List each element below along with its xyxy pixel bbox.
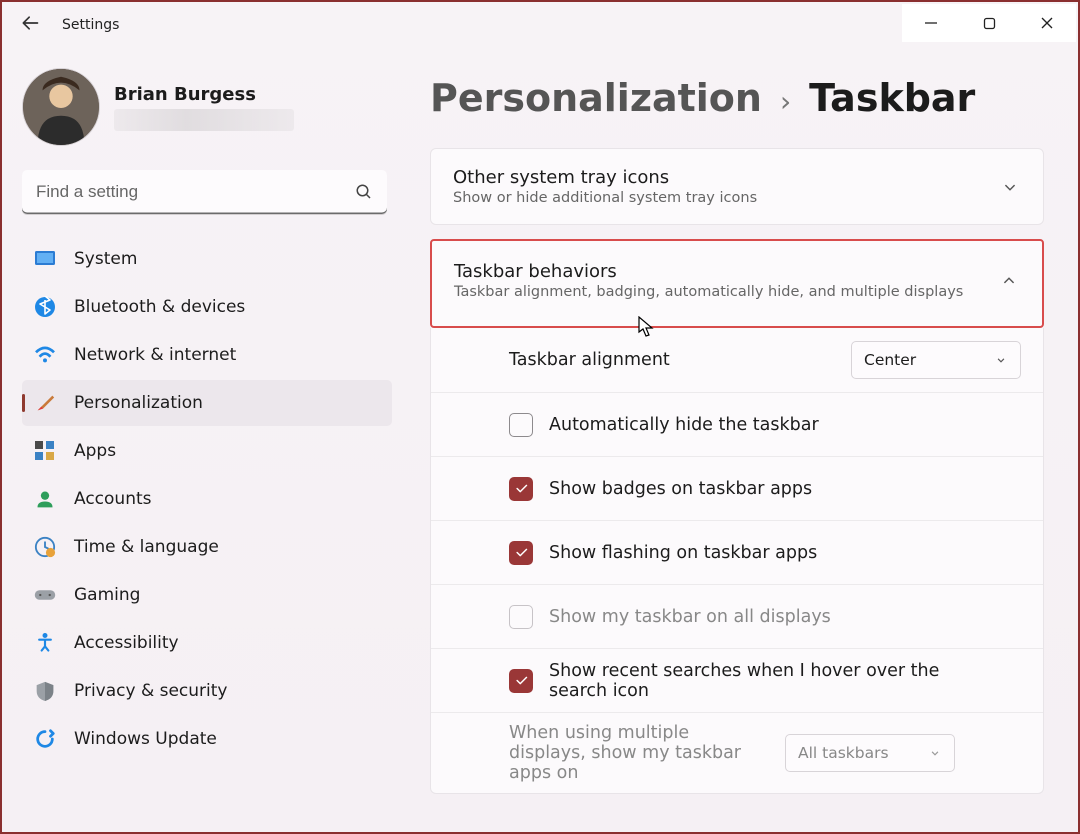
sidebar-item-label: Privacy & security: [74, 681, 228, 701]
settings-window: Settings Brian Burgess: [0, 0, 1080, 834]
option-label: Show my taskbar on all displays: [549, 607, 1021, 627]
option-recent-searches[interactable]: Show recent searches when I hover over t…: [431, 648, 1043, 712]
sidebar-item-personalization[interactable]: Personalization: [22, 380, 392, 426]
breadcrumb-current: Taskbar: [809, 76, 975, 120]
panel-taskbar-behaviors[interactable]: Taskbar behaviors Taskbar alignment, bad…: [430, 239, 1044, 328]
sidebar-item-label: Windows Update: [74, 729, 217, 749]
back-button[interactable]: [20, 13, 40, 37]
option-label: Show flashing on taskbar apps: [549, 543, 1021, 563]
panel-title: Taskbar behaviors: [454, 261, 963, 282]
checkbox-checked[interactable]: [509, 477, 533, 501]
sidebar-item-network[interactable]: Network & internet: [22, 332, 392, 378]
sidebar-item-label: Accessibility: [74, 633, 179, 653]
option-label: Show badges on taskbar apps: [549, 479, 1021, 499]
apps-icon: [34, 440, 56, 462]
sidebar-item-time-language[interactable]: Time & language: [22, 524, 392, 570]
chevron-up-icon: [998, 270, 1020, 292]
panel-desc: Taskbar alignment, badging, automaticall…: [454, 284, 963, 300]
panel-desc: Show or hide additional system tray icon…: [453, 190, 757, 206]
sidebar-item-privacy[interactable]: Privacy & security: [22, 668, 392, 714]
system-icon: [34, 248, 56, 270]
alignment-dropdown[interactable]: Center: [851, 341, 1021, 379]
breadcrumb-parent[interactable]: Personalization: [430, 76, 762, 120]
breadcrumb: Personalization › Taskbar: [430, 76, 1044, 120]
checkbox-checked[interactable]: [509, 541, 533, 565]
chevron-right-icon: ›: [780, 85, 791, 118]
sidebar: Brian Burgess System Bluetooth & devices: [2, 48, 402, 832]
sidebar-item-label: Time & language: [74, 537, 219, 557]
user-email-redacted: [114, 109, 294, 131]
close-button[interactable]: [1018, 4, 1076, 42]
window-controls: [902, 4, 1076, 42]
option-label: Automatically hide the taskbar: [549, 415, 1021, 435]
chevron-down-icon: [999, 176, 1021, 198]
option-label: Show recent searches when I hover over t…: [549, 661, 969, 701]
sidebar-item-label: Gaming: [74, 585, 140, 605]
option-label: When using multiple displays, show my ta…: [509, 723, 769, 783]
accessibility-icon: [34, 632, 56, 654]
option-label: Taskbar alignment: [509, 350, 835, 370]
dropdown-value: All taskbars: [798, 744, 928, 762]
person-icon: [34, 488, 56, 510]
multi-display-dropdown: All taskbars: [785, 734, 955, 772]
sidebar-item-label: Network & internet: [74, 345, 236, 365]
user-name: Brian Burgess: [114, 84, 294, 105]
sidebar-item-label: System: [74, 249, 137, 269]
chevron-down-icon: [928, 746, 942, 760]
sidebar-item-accounts[interactable]: Accounts: [22, 476, 392, 522]
chevron-down-icon: [994, 353, 1008, 367]
user-profile[interactable]: Brian Burgess: [22, 68, 394, 146]
main-panel: Personalization › Taskbar Other system t…: [402, 48, 1078, 832]
sidebar-item-bluetooth[interactable]: Bluetooth & devices: [22, 284, 392, 330]
sidebar-item-accessibility[interactable]: Accessibility: [22, 620, 392, 666]
sidebar-item-apps[interactable]: Apps: [22, 428, 392, 474]
dropdown-value: Center: [864, 351, 994, 369]
taskbar-behaviors-options: Taskbar alignment Center Automatically h…: [430, 328, 1044, 794]
sidebar-item-system[interactable]: System: [22, 236, 392, 282]
sidebar-item-label: Accounts: [74, 489, 152, 509]
checkbox-disabled: [509, 605, 533, 629]
option-all-displays: Show my taskbar on all displays: [431, 584, 1043, 648]
clock-globe-icon: [34, 536, 56, 558]
gamepad-icon: [34, 584, 56, 606]
option-taskbar-alignment: Taskbar alignment Center: [431, 328, 1043, 392]
shield-icon: [34, 680, 56, 702]
checkbox-checked[interactable]: [509, 669, 533, 693]
nav-list: System Bluetooth & devices Network & int…: [22, 236, 392, 762]
option-auto-hide[interactable]: Automatically hide the taskbar: [431, 392, 1043, 456]
sidebar-item-label: Apps: [74, 441, 116, 461]
sidebar-item-windows-update[interactable]: Windows Update: [22, 716, 392, 762]
search-input[interactable]: [22, 170, 387, 214]
minimize-button[interactable]: [902, 4, 960, 42]
back-arrow-icon: [20, 13, 40, 33]
app-title: Settings: [62, 17, 119, 33]
panel-title: Other system tray icons: [453, 167, 757, 188]
update-icon: [34, 728, 56, 750]
sidebar-item-gaming[interactable]: Gaming: [22, 572, 392, 618]
search-icon: [355, 183, 373, 201]
option-multi-display-apps: When using multiple displays, show my ta…: [431, 712, 1043, 793]
wifi-icon: [34, 344, 56, 366]
bluetooth-icon: [34, 296, 56, 318]
search-box[interactable]: [22, 170, 387, 214]
paintbrush-icon: [34, 392, 56, 414]
sidebar-item-label: Personalization: [74, 393, 203, 413]
checkbox-unchecked[interactable]: [509, 413, 533, 437]
avatar: [22, 68, 100, 146]
panel-other-tray-icons[interactable]: Other system tray icons Show or hide add…: [430, 148, 1044, 225]
maximize-button[interactable]: [960, 4, 1018, 42]
option-show-flashing[interactable]: Show flashing on taskbar apps: [431, 520, 1043, 584]
sidebar-item-label: Bluetooth & devices: [74, 297, 245, 317]
option-show-badges[interactable]: Show badges on taskbar apps: [431, 456, 1043, 520]
